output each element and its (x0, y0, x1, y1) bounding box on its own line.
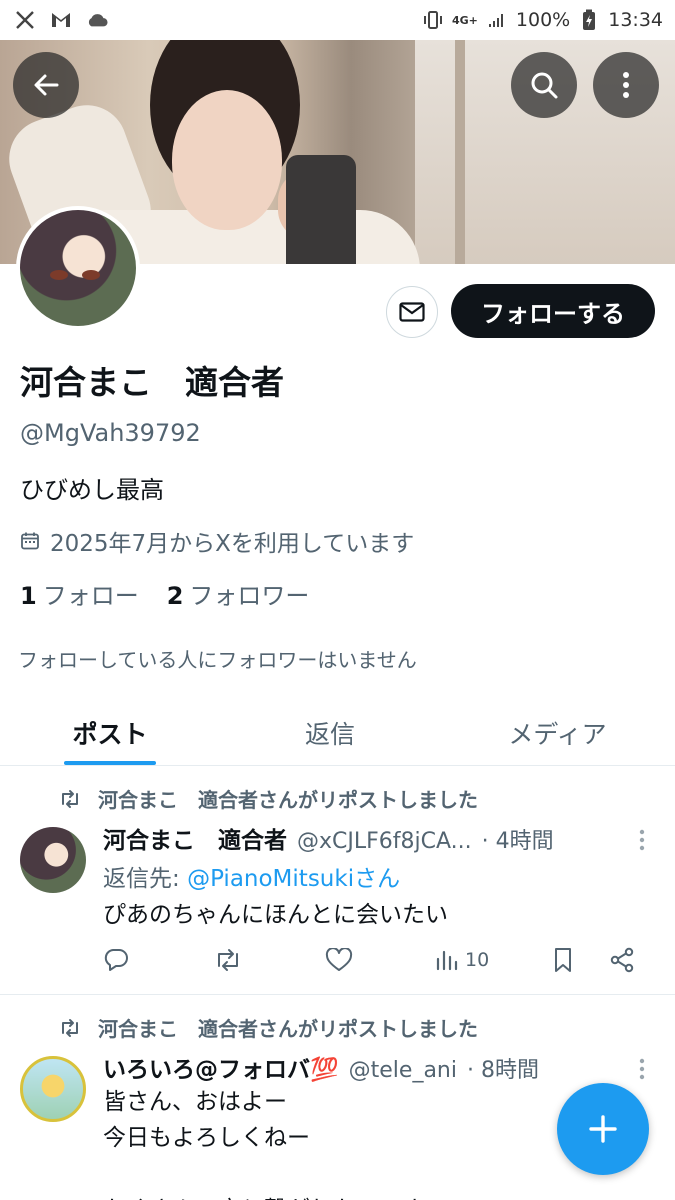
more-button[interactable] (593, 52, 659, 118)
battery-icon (578, 9, 600, 31)
post-text: 皆さん、おはよー 今日もよろしくねー たくさんの方と繋がりたいです (103, 1089, 424, 1200)
post-item[interactable]: 河合まこ 適合者さんがリポストしました 河合まこ 適合者 @xCJLF6f8jC… (0, 767, 675, 995)
search-button[interactable] (511, 52, 577, 118)
share-button[interactable] (609, 947, 635, 973)
repost-icon (62, 1018, 78, 1037)
banner-door-edge (455, 40, 465, 264)
reply-to-link[interactable]: @PianoMitsukiさん (187, 866, 400, 892)
followers-link[interactable]: 2 フォロワー (167, 576, 310, 611)
profile-tabs: ポスト 返信 メディア (0, 700, 675, 766)
post-time: · 4時間 (481, 829, 554, 854)
banner-phone (286, 155, 356, 264)
repost-icon (62, 789, 78, 808)
signal-icon (486, 9, 508, 31)
post-more-button[interactable] (639, 829, 645, 855)
message-button[interactable] (386, 286, 438, 338)
mutual-followers-note: フォローしている人にフォロワーはいません (18, 648, 417, 672)
more-vertical-icon (639, 829, 645, 851)
display-name: 河合まこ 適合者 (20, 363, 284, 402)
following-link[interactable]: 1 フォロー (20, 576, 139, 611)
profile-handle: @MgVah39792 (20, 419, 201, 447)
more-vertical-icon (623, 72, 629, 98)
repost-indicator: 河合まこ 適合者さんがリポストしました (58, 784, 478, 813)
tab-posts[interactable]: ポスト (0, 700, 220, 765)
reply-button[interactable] (103, 948, 213, 972)
joined-date: 2025年7月からXを利用しています (20, 524, 414, 558)
post-more-button[interactable] (639, 1058, 645, 1084)
repost-text: 河合まこ 適合者さんがリポストしました (98, 788, 478, 812)
follow-button[interactable]: フォローする (451, 284, 655, 338)
avatar-eye-right (82, 270, 100, 280)
heart-icon (325, 948, 353, 971)
bookmark-icon (555, 948, 571, 972)
post-author[interactable]: いろいろ@フォロバ💯 (103, 1050, 339, 1084)
post-avatar[interactable] (20, 827, 86, 893)
tab-replies[interactable]: 返信 (220, 700, 440, 765)
clock: 13:34 (608, 9, 663, 31)
calendar-icon (21, 532, 39, 550)
more-vertical-icon (639, 1058, 645, 1080)
post-avatar[interactable] (20, 1056, 86, 1122)
profile-avatar[interactable] (16, 206, 140, 330)
post-time: · 8時間 (467, 1058, 539, 1083)
followers-count: 2 (166, 582, 184, 610)
post-actions: 10 (103, 947, 648, 973)
post-handle[interactable]: @tele_ani (349, 1058, 457, 1083)
vibrate-icon (422, 9, 444, 31)
share-icon (610, 947, 634, 973)
plus-icon (589, 1115, 617, 1143)
following-count: 1 (20, 582, 37, 610)
following-label: フォロー (42, 582, 139, 610)
status-bar: 4G+ 100% 13:34 (0, 0, 675, 40)
arrow-left-icon (34, 74, 59, 96)
views-count: 10 (465, 949, 490, 971)
repost-indicator: 河合まこ 適合者さんがリポストしました (58, 1013, 478, 1042)
post-header: 河合まこ 適合者 @xCJLF6f8jCA... · 4時間 (103, 821, 554, 855)
banner-face (172, 90, 282, 230)
like-button[interactable] (325, 948, 435, 972)
views-icon (436, 950, 458, 971)
reply-to-line: 返信先: @PianoMitsukiさん (103, 859, 400, 893)
x-logo-icon (14, 9, 36, 31)
repost-icon (218, 949, 238, 971)
views-button[interactable]: 10 (435, 949, 553, 971)
bookmark-button[interactable] (553, 947, 609, 973)
tab-media[interactable]: メディア (440, 700, 675, 765)
compose-button[interactable] (557, 1083, 649, 1175)
cloud-icon (86, 9, 108, 31)
reply-icon (104, 949, 128, 971)
reply-prefix: 返信先: (103, 866, 188, 892)
repost-text: 河合まこ 適合者さんがリポストしました (98, 1017, 478, 1041)
mail-icon (399, 302, 425, 322)
profile-bio: ひびめし最高 (20, 476, 164, 504)
joined-text: 2025年7月からXを利用しています (50, 531, 415, 557)
avatar-eye-left (50, 270, 68, 280)
back-button[interactable] (13, 52, 79, 118)
follow-stats: 1 フォロー 2 フォロワー (20, 576, 309, 611)
battery-percent: 100% (515, 9, 571, 31)
post-text: ぴあのちゃんにほんとに会いたい (103, 902, 448, 928)
gmail-icon (50, 9, 72, 31)
repost-button[interactable] (213, 948, 325, 972)
post-author[interactable]: 河合まこ 適合者 (103, 821, 287, 855)
post-header: いろいろ@フォロバ💯 @tele_ani · 8時間 (103, 1050, 539, 1084)
followers-label: フォロワー (189, 582, 310, 610)
network-label: 4G+ (452, 13, 478, 27)
search-icon (531, 72, 558, 99)
post-handle[interactable]: @xCJLF6f8jCA... (297, 829, 472, 854)
